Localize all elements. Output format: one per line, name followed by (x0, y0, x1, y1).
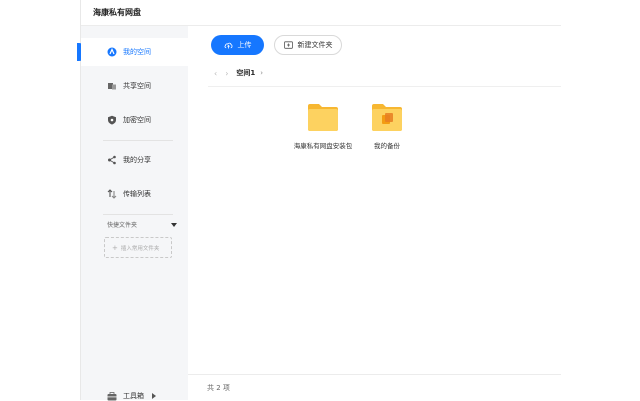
insert-common-folder-button[interactable]: + 插入常用文件夹 (104, 237, 172, 258)
breadcrumb-current[interactable]: 空间1 (236, 68, 255, 78)
chevron-down-icon[interactable] (171, 222, 177, 227)
sidebar-divider (103, 214, 173, 215)
insert-common-folder-label: 插入常用文件夹 (120, 245, 160, 252)
backup-folder-icon (371, 102, 403, 132)
sidebar-item-encrypted-space[interactable]: 加密空间 (81, 106, 188, 134)
breadcrumb-divider (208, 86, 561, 87)
main-panel: 上传 新建文件夹 ‹ › 空间1 › 海康私有网盘安装包 我的备份 共 2 项 (188, 26, 561, 400)
file-name: 我的备份 (374, 142, 400, 150)
file-item[interactable]: 我的备份 (355, 102, 419, 151)
folder-icon (307, 102, 339, 132)
chevron-right-icon: › (260, 69, 264, 77)
title-bar: 海康私有网盘 (81, 0, 561, 26)
sidebar-item-my-share[interactable]: 我的分享 (81, 146, 188, 174)
share-icon (107, 155, 117, 165)
back-icon[interactable]: ‹ (214, 69, 217, 78)
shield-icon (107, 115, 117, 125)
sidebar-item-transfer-list[interactable]: 传输列表 (81, 180, 188, 208)
sidebar-item-label: 共享空间 (123, 82, 151, 90)
user-space-icon (107, 47, 117, 57)
cloud-upload-icon (224, 41, 233, 49)
file-name: 海康私有网盘安装包 (293, 142, 353, 150)
forward-icon[interactable]: › (225, 69, 228, 78)
sidebar-item-label: 加密空间 (123, 116, 151, 124)
toolbox-icon (107, 391, 117, 401)
file-item[interactable]: 海康私有网盘安装包 (291, 102, 355, 151)
status-bar: 共 2 项 (188, 374, 561, 400)
sidebar-item-label: 我的分享 (123, 156, 151, 164)
transfer-icon (107, 189, 117, 199)
sidebar-divider (103, 140, 173, 141)
upload-label: 上传 (237, 41, 252, 49)
item-count: 共 2 项 (207, 384, 230, 392)
sidebar-item-label: 我的空间 (123, 48, 151, 56)
upload-button[interactable]: 上传 (211, 35, 264, 55)
quick-folder-title: 快捷文件夹 (107, 222, 138, 229)
new-folder-icon (283, 41, 293, 49)
new-folder-label: 新建文件夹 (297, 41, 333, 49)
shared-space-icon (107, 81, 117, 91)
breadcrumb: ‹ › 空间1 › (214, 68, 263, 78)
sidebar-item-shared-space[interactable]: 共享空间 (81, 72, 188, 100)
sidebar-item-label: 传输列表 (123, 190, 151, 198)
plus-icon: + (112, 243, 118, 252)
chevron-right-icon (152, 393, 156, 399)
quick-folder-header[interactable]: 快捷文件夹 (107, 220, 177, 229)
sidebar: 我的空间 共享空间 加密空间 我的分享 传输列表 快捷文件夹 + 插入常用文件夹… (77, 26, 188, 401)
app-window: 海康私有网盘 我的空间 共享空间 加密空间 我的分享 传输列表 快捷文件夹 + … (77, 0, 561, 401)
new-folder-button[interactable]: 新建文件夹 (274, 35, 342, 55)
app-title: 海康私有网盘 (93, 8, 141, 17)
sidebar-item-my-space[interactable]: 我的空间 (81, 38, 188, 66)
